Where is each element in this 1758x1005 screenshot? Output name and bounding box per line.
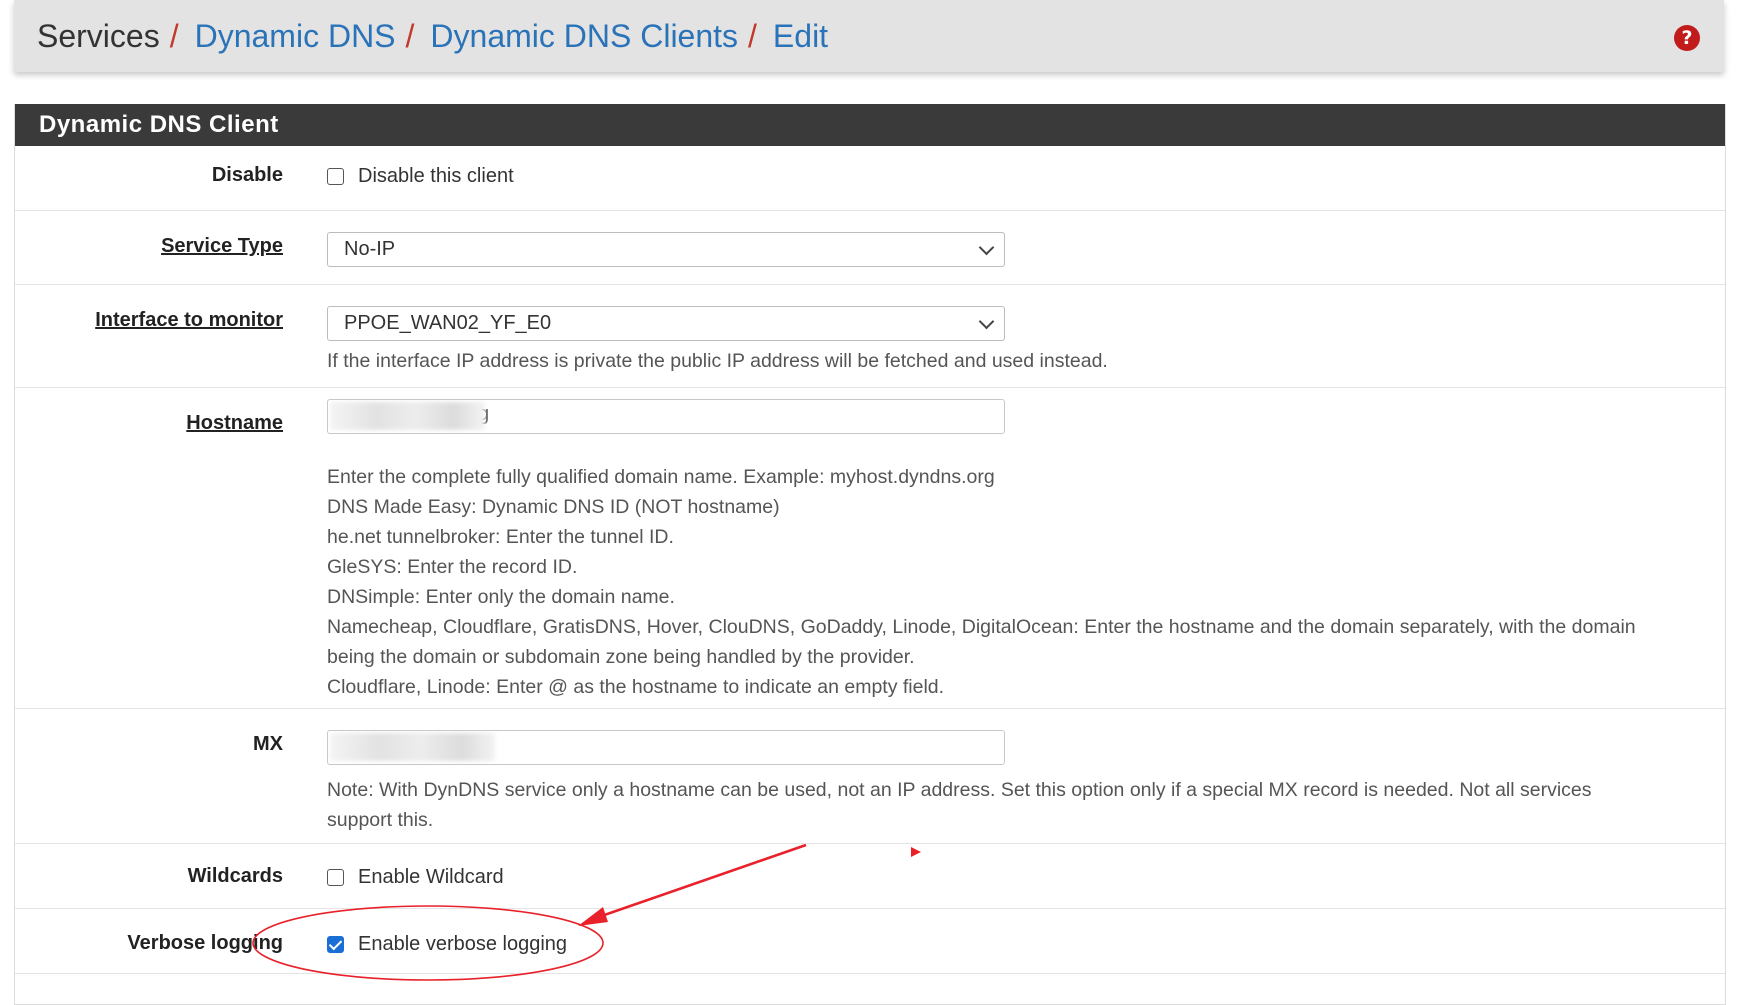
wildcards-label: Wildcards	[187, 865, 283, 887]
hostname-label[interactable]: Hostname	[186, 412, 283, 435]
hostname-help-line: Cloudflare, Linode: Enter @ as the hostn…	[327, 676, 945, 698]
hostname-help-line: DNS Made Easy: Dynamic DNS ID (NOT hostn…	[327, 496, 780, 518]
breadcrumb-separator: /	[748, 17, 757, 54]
redaction-blur	[330, 733, 495, 761]
breadcrumb-services: Services	[37, 17, 160, 54]
hostname-help-line: being the domain or subdomain zone being…	[327, 646, 915, 668]
panel-title: Dynamic DNS Client	[15, 104, 1725, 146]
hostname-help: Enter the complete fully qualified domai…	[327, 462, 1725, 702]
verbose-logging-row: Verbose logging Enable verbose logging	[15, 909, 1725, 974]
mx-help-line: support this.	[327, 809, 434, 831]
chevron-down-icon	[978, 239, 995, 256]
interface-help: If the interface IP address is private t…	[327, 350, 1108, 372]
hostname-help-line: Enter the complete fully qualified domai…	[327, 466, 995, 488]
interface-label[interactable]: Interface to monitor	[95, 309, 283, 332]
disable-checkbox-label[interactable]: Disable this client	[358, 165, 514, 188]
service-type-value: No-IP	[344, 238, 396, 260]
breadcrumb-separator: /	[169, 17, 179, 54]
disable-label: Disable	[211, 164, 283, 186]
mx-row: MX Note: With DynDNS service only a host…	[15, 709, 1725, 844]
wildcards-row: Wildcards Enable Wildcard	[15, 844, 1725, 909]
dynamic-dns-client-panel: Dynamic DNS Client Disable Disable this …	[14, 104, 1726, 1005]
breadcrumb-separator: /	[405, 17, 415, 54]
breadcrumb-dynamic-dns-clients[interactable]: Dynamic DNS Clients	[430, 18, 738, 55]
interface-select[interactable]: PPOE_WAN02_YF_E0	[327, 306, 1005, 341]
hostname-help-line: he.net tunnelbroker: Enter the tunnel ID…	[327, 526, 674, 548]
hostname-row: Hostname g Enter the complete fully qual…	[15, 388, 1725, 709]
mx-help: Note: With DynDNS service only a hostnam…	[327, 775, 1725, 835]
verbose-logging-checkbox[interactable]	[327, 936, 344, 953]
verbose-logging-label: Verbose logging	[127, 932, 283, 954]
interface-row: Interface to monitor PPOE_WAN02_YF_E0 If…	[15, 285, 1725, 388]
breadcrumb-bar: Services / Dynamic DNS / Dynamic DNS Cli…	[14, 0, 1724, 72]
service-type-select[interactable]: No-IP	[327, 232, 1005, 267]
service-type-row: Service Type No-IP	[15, 211, 1725, 285]
hostname-help-line: GleSYS: Enter the record ID.	[327, 556, 578, 578]
question-circle-icon[interactable]: ?	[1674, 25, 1700, 51]
hostname-help-line: DNSimple: Enter only the domain name.	[327, 586, 675, 608]
breadcrumb-edit[interactable]: Edit	[773, 18, 828, 55]
verbose-logging-checkbox-label[interactable]: Enable verbose logging	[358, 933, 567, 956]
chevron-down-icon	[978, 313, 995, 330]
redaction-blur	[330, 402, 485, 430]
wildcard-checkbox[interactable]	[327, 869, 344, 886]
breadcrumb: Services / Dynamic DNS / Dynamic DNS Cli…	[37, 18, 828, 55]
wildcard-checkbox-label[interactable]: Enable Wildcard	[358, 866, 504, 889]
disable-row: Disable Disable this client	[15, 146, 1725, 211]
hostname-input[interactable]: g	[327, 399, 1005, 434]
disable-checkbox[interactable]	[327, 168, 344, 185]
interface-value: PPOE_WAN02_YF_E0	[344, 312, 552, 334]
mx-label: MX	[253, 733, 283, 755]
service-type-label[interactable]: Service Type	[161, 235, 283, 258]
breadcrumb-dynamic-dns[interactable]: Dynamic DNS	[195, 18, 396, 55]
hostname-help-line: Namecheap, Cloudflare, GratisDNS, Hover,…	[327, 616, 1636, 638]
mx-help-line: Note: With DynDNS service only a hostnam…	[327, 779, 1592, 801]
mx-input[interactable]	[327, 730, 1005, 765]
